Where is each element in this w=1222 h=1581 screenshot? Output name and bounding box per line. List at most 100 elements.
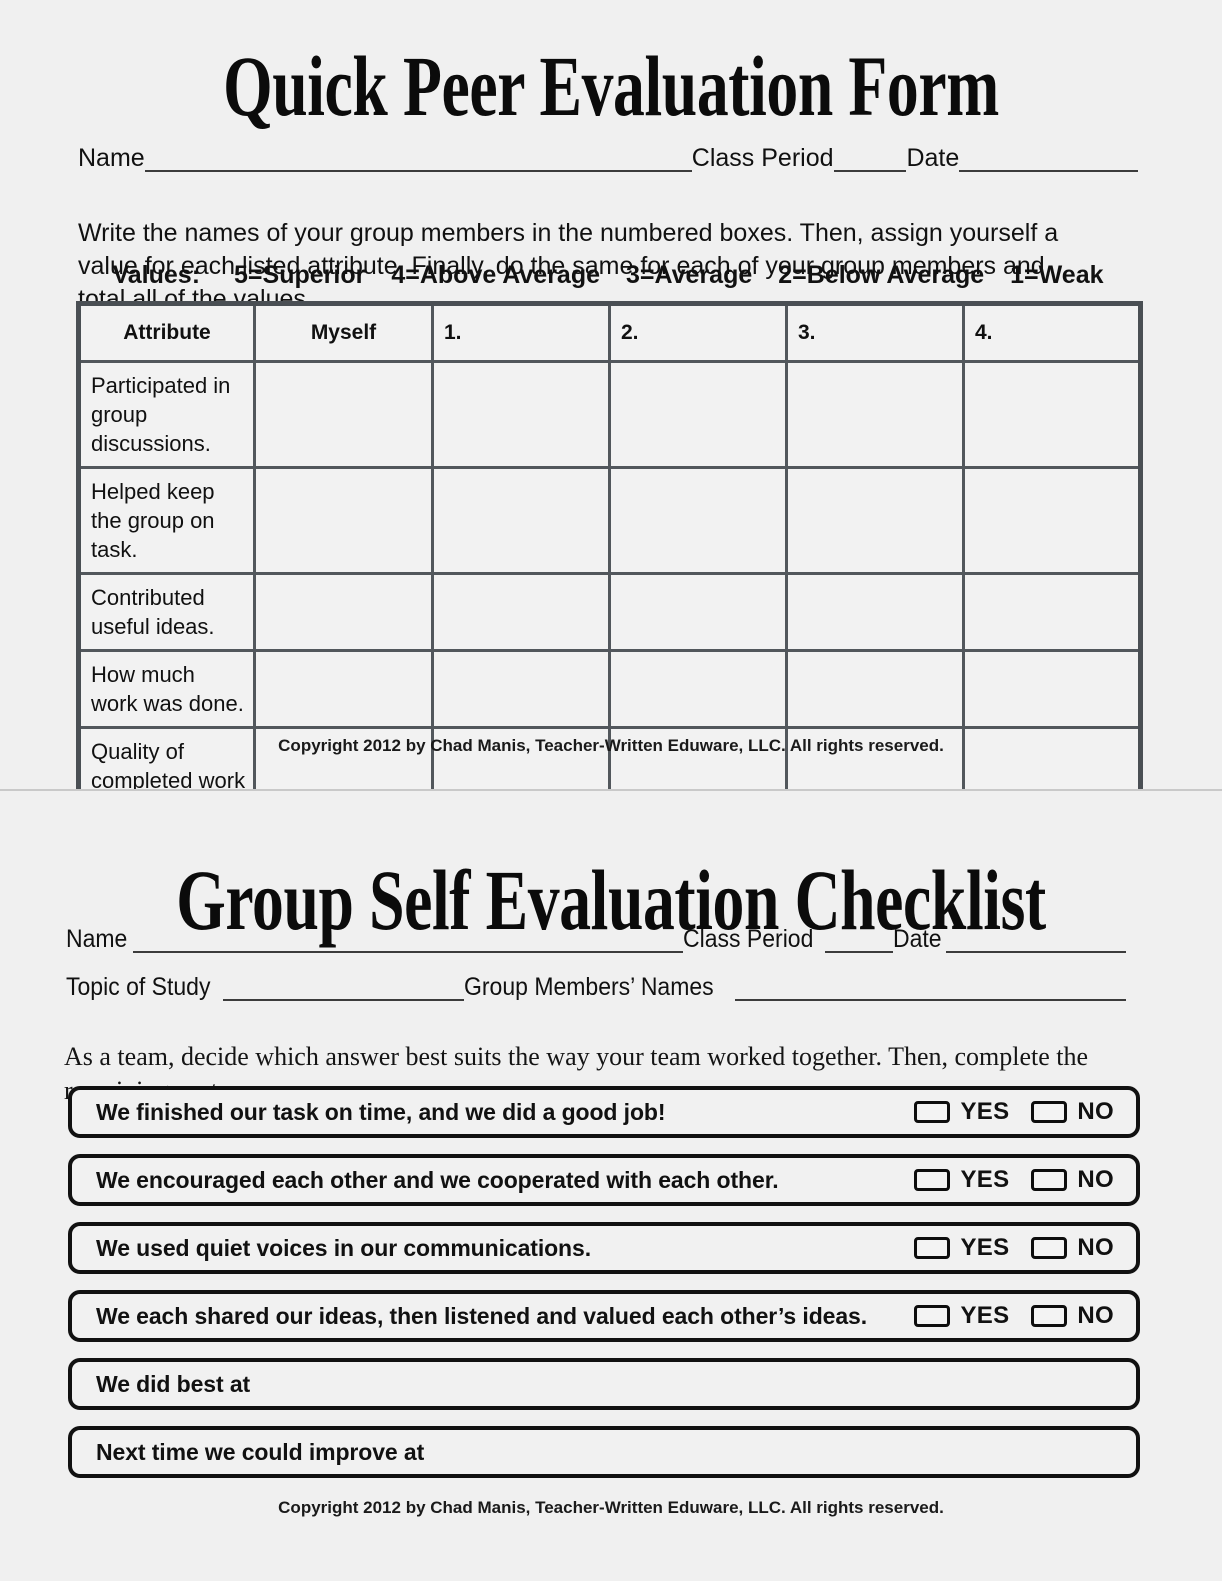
checklist-item-text: We each shared our ideas, then listened …: [96, 1302, 868, 1329]
checklist-item-4[interactable]: We each shared our ideas, then listened …: [68, 1290, 1140, 1342]
score-cell-member3-4[interactable]: [785, 649, 965, 729]
no-option[interactable]: NO: [1031, 1098, 1114, 1126]
value-term-4: 4=Above Average: [391, 261, 601, 289]
checklist-item-1[interactable]: We finished our task on time, and we did…: [68, 1086, 1140, 1138]
answer-options: YES NO: [892, 1166, 1136, 1194]
peer-evaluation-table: Attribute Myself 1. 2. 3. 4. Participate…: [76, 301, 1143, 859]
score-cell-myself-3[interactable]: [253, 572, 434, 652]
topic-of-study-label: Topic of Study: [66, 973, 211, 1001]
score-cell-member2-1[interactable]: [608, 360, 788, 469]
yes-option[interactable]: YES: [914, 1302, 1009, 1330]
values-legend-label: Values:: [112, 261, 201, 289]
score-cell-myself-4[interactable]: [253, 649, 434, 729]
class-period-label: Class Period: [682, 925, 814, 953]
table-row: Participated in group discussions.: [77, 360, 1142, 469]
copyright-notice-group: Copyright 2012 by Chad Manis, Teacher-Wr…: [278, 1498, 944, 1517]
score-cell-member4-3[interactable]: [962, 572, 1142, 652]
name-input-line[interactable]: [132, 927, 683, 953]
score-cell-member3-1[interactable]: [785, 360, 965, 469]
score-cell-member4-4[interactable]: [962, 649, 1142, 729]
score-cell-myself-1[interactable]: [253, 360, 434, 469]
value-term-1: 1=Weak: [1010, 261, 1104, 289]
name-label: Name: [66, 925, 128, 953]
score-cell-member2-4[interactable]: [608, 649, 788, 729]
date-label: Date: [906, 144, 960, 172]
no-option[interactable]: NO: [1031, 1234, 1114, 1262]
column-header-member-4[interactable]: 4.: [962, 302, 1142, 363]
table-row: Contributed useful ideas.: [77, 572, 1142, 652]
class-period-label: Class Period: [691, 144, 834, 172]
yes-label: YES: [960, 1234, 1010, 1261]
yes-label: YES: [960, 1098, 1010, 1125]
page-title-peer-evaluation: Quick Peer Evaluation Form: [223, 38, 999, 134]
group-members-names-label: Group Members’ Names: [464, 973, 714, 1001]
checklist-item-text: We used quiet voices in our communicatio…: [96, 1234, 591, 1261]
answer-options: YES NO: [892, 1234, 1136, 1262]
yes-label: YES: [960, 1166, 1010, 1193]
checklist-container: We finished our task on time, and we did…: [68, 1086, 1140, 1494]
score-cell-member2-3[interactable]: [608, 572, 788, 652]
score-cell-member1-1[interactable]: [431, 360, 611, 469]
date-input-line[interactable]: [945, 927, 1126, 953]
checkbox-yes-icon[interactable]: [914, 1169, 951, 1191]
class-period-input-line[interactable]: [824, 927, 893, 953]
no-option[interactable]: NO: [1031, 1302, 1114, 1330]
checklist-item-text: Next time we could improve at: [96, 1438, 425, 1465]
checkbox-no-icon[interactable]: [1031, 1305, 1068, 1327]
peer-header-fields: Name Class Period Date: [78, 144, 1138, 172]
attribute-label-4: How much work was done.: [77, 649, 256, 729]
date-input-line[interactable]: [959, 146, 1138, 172]
score-cell-myself-2[interactable]: [253, 466, 434, 575]
column-header-member-2[interactable]: 2.: [608, 302, 788, 363]
checkbox-yes-icon[interactable]: [914, 1305, 951, 1327]
checkbox-no-icon[interactable]: [1031, 1101, 1068, 1123]
score-cell-member4-2[interactable]: [962, 466, 1142, 575]
group-header-fields-row-1: Name Class Period Date: [66, 925, 1126, 953]
table-row: How much work was done.: [77, 649, 1142, 729]
yes-option[interactable]: YES: [914, 1166, 1009, 1194]
no-label: NO: [1077, 1302, 1114, 1329]
checklist-item-text: We did best at: [96, 1370, 251, 1397]
date-label: Date: [892, 925, 942, 953]
peer-evaluation-form: Quick Peer Evaluation Form Name Class Pe…: [0, 0, 1222, 859]
yes-label: YES: [960, 1302, 1010, 1329]
checklist-item-2[interactable]: We encouraged each other and we cooperat…: [68, 1154, 1140, 1206]
value-term-2: 2=Below Average: [778, 261, 985, 289]
attribute-label-2: Helped keep the group on task.: [77, 466, 256, 575]
score-cell-member3-2[interactable]: [785, 466, 965, 575]
values-legend: Values: 5=Superior 4=Above Average 3=Averag…: [78, 261, 1138, 290]
attribute-label-1: Participated in group discussions.: [77, 360, 256, 469]
checklist-item-5[interactable]: We did best at: [68, 1358, 1140, 1410]
name-label: Name: [78, 144, 145, 172]
score-cell-member3-3[interactable]: [785, 572, 965, 652]
checkbox-yes-icon[interactable]: [914, 1101, 951, 1123]
class-period-input-line[interactable]: [833, 146, 907, 172]
answer-options: YES NO: [892, 1302, 1136, 1330]
column-header-myself: Myself: [253, 302, 434, 363]
checkbox-no-icon[interactable]: [1031, 1237, 1068, 1259]
no-label: NO: [1077, 1098, 1114, 1125]
checklist-item-text: We finished our task on time, and we did…: [96, 1098, 666, 1125]
topic-of-study-input-line[interactable]: [223, 975, 465, 1001]
attribute-label-3: Contributed useful ideas.: [77, 572, 256, 652]
checklist-item-6[interactable]: Next time we could improve at: [68, 1426, 1140, 1478]
yes-option[interactable]: YES: [914, 1098, 1009, 1126]
checkbox-no-icon[interactable]: [1031, 1169, 1068, 1191]
score-cell-member1-3[interactable]: [431, 572, 611, 652]
group-header-fields-row-2: Topic of Study Group Members’ Names: [66, 973, 1126, 1001]
score-cell-member4-1[interactable]: [962, 360, 1142, 469]
group-members-names-input-line[interactable]: [735, 975, 1126, 1001]
column-header-member-3[interactable]: 3.: [785, 302, 965, 363]
column-header-member-1[interactable]: 1.: [431, 302, 611, 363]
table-row: Helped keep the group on task.: [77, 466, 1142, 575]
no-option[interactable]: NO: [1031, 1166, 1114, 1194]
checklist-item-3[interactable]: We used quiet voices in our communicatio…: [68, 1222, 1140, 1274]
score-cell-member1-2[interactable]: [431, 466, 611, 575]
answer-options: YES NO: [892, 1098, 1136, 1126]
value-term-3: 3=Average: [626, 261, 753, 289]
score-cell-member2-2[interactable]: [608, 466, 788, 575]
yes-option[interactable]: YES: [914, 1234, 1009, 1262]
name-input-line[interactable]: [144, 146, 692, 172]
score-cell-member1-4[interactable]: [431, 649, 611, 729]
checkbox-yes-icon[interactable]: [914, 1237, 951, 1259]
